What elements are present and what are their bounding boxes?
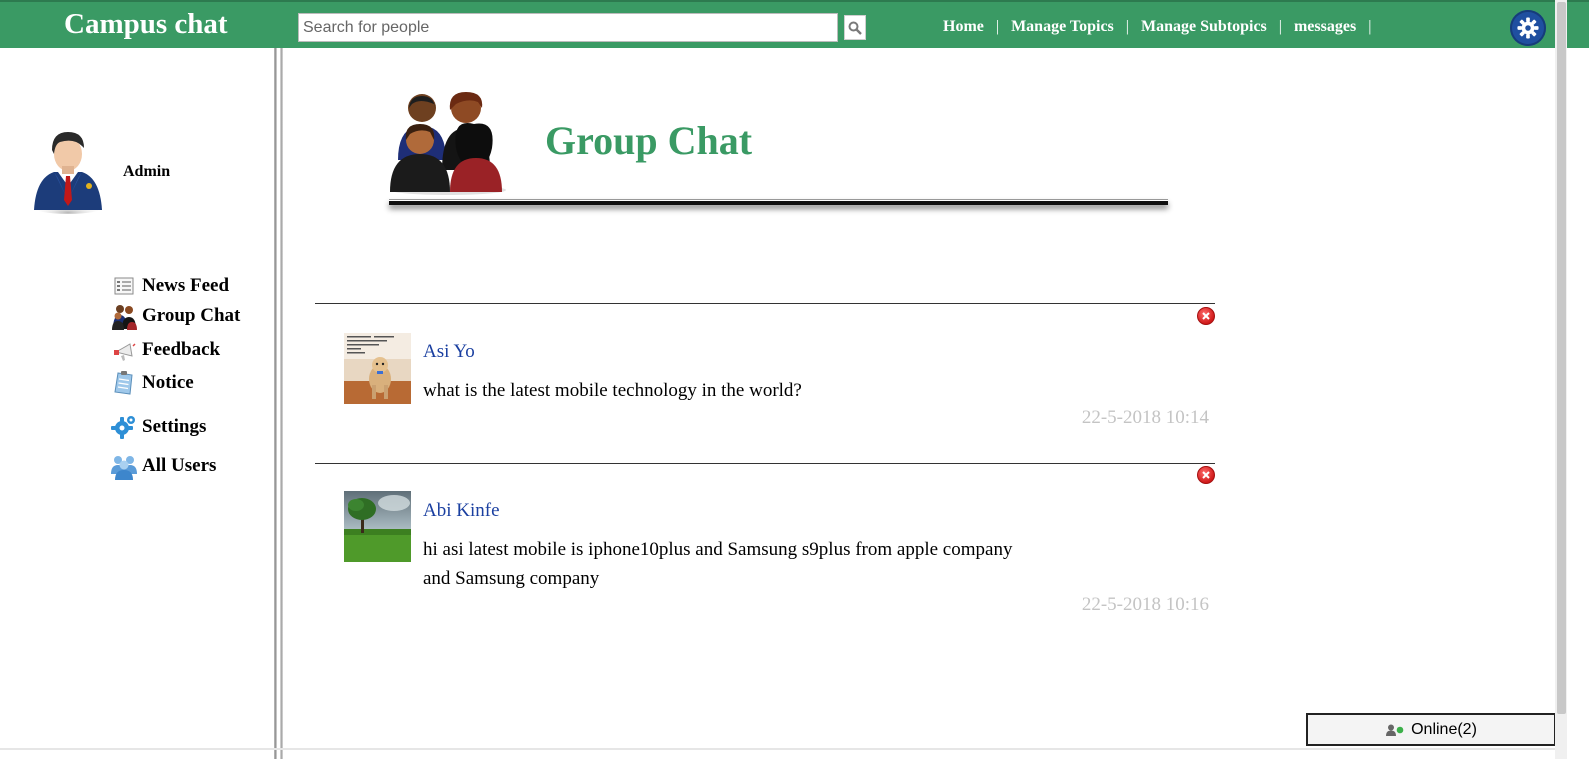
search-input[interactable] [298, 13, 838, 42]
top-nav-links: Home | Manage Topics | Manage Subtopics … [943, 18, 1383, 36]
app-window: Campus chat Home | Manage Topics | Manag… [0, 0, 1589, 759]
settings-icon [110, 413, 138, 441]
title-divider [389, 199, 1168, 205]
settings-button[interactable] [1510, 10, 1546, 46]
post-author-name[interactable]: Asi Yo [423, 341, 475, 363]
news-feed-icon [110, 272, 138, 300]
page-bottom-border [0, 748, 1555, 750]
group-chat-header-icon [386, 88, 512, 196]
group-chat-icon [110, 302, 138, 330]
sidebar-item-label: Notice [142, 372, 194, 393]
feedback-icon [110, 336, 138, 364]
delete-post-button[interactable] [1197, 466, 1215, 484]
user-avatar-icon [30, 132, 106, 214]
vertical-scrollbar-thumb[interactable] [1557, 2, 1566, 714]
sidebar-item-news-feed[interactable]: News Feed [110, 272, 229, 300]
gear-icon [1517, 17, 1539, 39]
online-count-label: Online(2) [1411, 720, 1477, 738]
tree-landscape-thumbnail [344, 491, 411, 562]
search-icon [848, 21, 862, 35]
delete-icon [1202, 471, 1210, 479]
dog-photo-thumbnail [344, 333, 411, 404]
sidebar-divider [274, 48, 283, 759]
notice-icon [110, 369, 138, 397]
post-author-avatar[interactable] [344, 491, 411, 562]
sidebar-item-label: Settings [142, 416, 207, 437]
search-button[interactable] [844, 15, 866, 40]
nav-separator: | [1125, 18, 1129, 35]
post-message: hi asi latest mobile is iphone10plus and… [423, 539, 1013, 589]
sidebar-item-notice[interactable]: Notice [110, 369, 194, 397]
online-users-bar[interactable]: Online(2) [1306, 713, 1556, 746]
nav-manage-subtopics-link[interactable]: Manage Subtopics [1141, 18, 1267, 36]
nav-separator: | [1368, 18, 1372, 35]
post-timestamp: 22-5-2018 10:14 [1081, 407, 1209, 428]
page-title: Group Chat [545, 118, 753, 163]
online-user-icon [1385, 724, 1405, 736]
admin-avatar[interactable] [28, 126, 106, 214]
post-author-avatar[interactable] [344, 333, 411, 404]
nav-separator: | [1278, 18, 1282, 35]
delete-icon [1202, 312, 1210, 320]
sidebar-item-all-users[interactable]: All Users [110, 452, 216, 480]
nav-messages-link[interactable]: messages [1294, 18, 1356, 36]
nav-home-link[interactable]: Home [943, 18, 984, 36]
sidebar-item-feedback[interactable]: Feedback [110, 336, 220, 364]
admin-name: Admin [123, 163, 171, 180]
post-separator [315, 303, 1215, 304]
sidebar-item-label: Group Chat [142, 305, 241, 326]
post-author-name[interactable]: Abi Kinfe [423, 500, 500, 522]
sidebar-item-label: All Users [142, 455, 217, 476]
top-navigation-bar: Campus chat Home | Manage Topics | Manag… [0, 0, 1589, 48]
post-message: what is the latest mobile technology in … [423, 380, 802, 401]
brand-logo[interactable]: Campus chat [64, 8, 228, 41]
sidebar-item-settings[interactable]: Settings [110, 413, 206, 441]
sidebar-item-group-chat[interactable]: Group Chat [110, 302, 240, 330]
all-users-icon [110, 452, 138, 480]
sidebar-item-label: Feedback [142, 339, 221, 360]
post-separator [315, 463, 1215, 464]
sidebar-item-label: News Feed [142, 275, 230, 296]
nav-separator: | [995, 18, 1000, 35]
delete-post-button[interactable] [1197, 307, 1215, 325]
post-timestamp: 22-5-2018 10:16 [1081, 594, 1209, 615]
nav-manage-topics-link[interactable]: Manage Topics [1011, 18, 1114, 36]
